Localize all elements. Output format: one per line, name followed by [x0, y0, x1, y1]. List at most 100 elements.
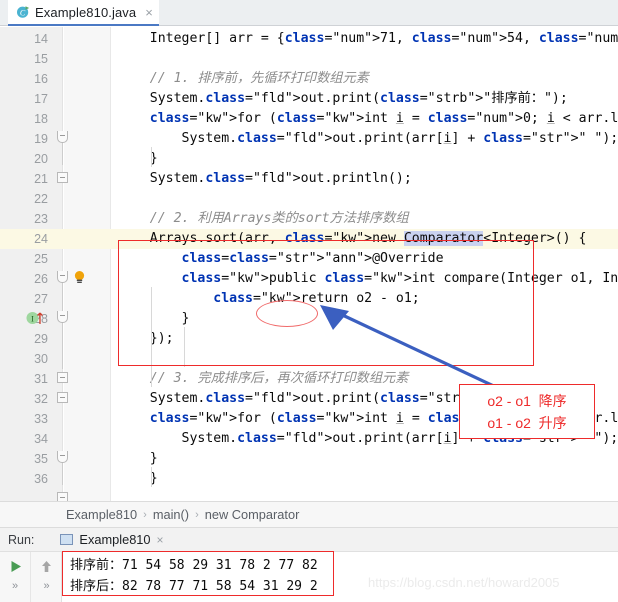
line-number-14: 14	[34, 32, 48, 46]
expand-icon[interactable]: »	[12, 580, 18, 592]
line-number-27: 27	[34, 292, 48, 306]
fold-marker-24[interactable]	[57, 271, 68, 283]
line-number-15: 15	[34, 52, 48, 66]
indent-guide	[151, 287, 152, 387]
code-line-15[interactable]: 15	[0, 49, 618, 69]
breadcrumb-item-0[interactable]: Example810	[66, 507, 137, 522]
code-line-34[interactable]: 34 System.class="fld">out.print(arr[i] +…	[0, 429, 618, 449]
code-text-18: class="kw">for (class="kw">int i = class…	[149, 111, 618, 126]
code-text-23: // 2. 利用Arrays类的sort方法排序数组	[149, 211, 409, 226]
run-tab-example810[interactable]: Example810 ×	[60, 532, 164, 547]
code-text-25: class=class="str">"ann">@Override	[181, 251, 444, 266]
code-text-26: class="kw">public class="kw">int compare…	[181, 271, 618, 286]
breadcrumb: Example810 › main() › new Comparator	[0, 501, 618, 528]
intention-bulb-icon[interactable]	[72, 270, 87, 285]
indent-guide	[184, 327, 185, 367]
annotation-arrow-icon	[320, 305, 533, 406]
code-line-18[interactable]: 18 class="kw">for (class="kw">int i = cl…	[0, 109, 618, 129]
code-text-35: }	[118, 451, 158, 466]
line-number-19: 19	[34, 132, 48, 146]
fold-marker-26[interactable]	[57, 311, 68, 323]
code-line-14[interactable]: 14 Integer[] arr = {class="num">71, clas…	[0, 29, 618, 49]
scroll-up-button[interactable]: »	[31, 552, 62, 602]
breadcrumb-item-1[interactable]: main()	[153, 507, 189, 522]
line-number-25: 25	[34, 252, 48, 266]
code-line-17[interactable]: 17 System.class="fld">out.print(class="s…	[0, 89, 618, 109]
fold-marker-28[interactable]	[57, 372, 68, 383]
line-number-26: 26	[34, 272, 48, 286]
line-number-21: 21	[34, 172, 48, 186]
code-line-23[interactable]: 23 // 2. 利用Arrays类的sort方法排序数组	[0, 209, 618, 229]
editor-tab-bar: C Example810.java ×	[0, 0, 618, 26]
line-number-20: 20	[34, 152, 48, 166]
editor-tab-label: Example810.java	[35, 4, 137, 20]
code-line-36[interactable]: 36 }	[0, 469, 618, 489]
close-icon[interactable]: ×	[145, 6, 153, 19]
line-number-32: 32	[34, 392, 48, 406]
fold-marker-18[interactable]	[57, 131, 68, 143]
fold-line-18	[62, 143, 63, 165]
indent-guide	[151, 147, 152, 167]
line-number-36: 36	[34, 472, 48, 486]
run-toolbar: » »	[0, 552, 62, 602]
code-text-14: Integer[] arr = {class="num">71, class="…	[118, 31, 618, 46]
code-text-29: });	[118, 331, 174, 346]
code-line-33[interactable]: 33 class="kw">for (class="kw">int i = cl…	[0, 409, 618, 429]
indent-guide	[151, 467, 152, 487]
rerun-button[interactable]: »	[0, 552, 31, 602]
svg-text:I: I	[31, 314, 34, 323]
code-line-26[interactable]: 26 class="kw">public class="kw">int comp…	[0, 269, 618, 289]
svg-text:C: C	[20, 8, 26, 17]
line-number-17: 17	[34, 92, 48, 106]
fold-marker-20[interactable]	[57, 172, 68, 183]
arrow-up-icon	[42, 561, 51, 572]
ide-window: C Example810.java × 14 Integer[] arr = {…	[0, 0, 618, 602]
run-tab-label: Example810	[79, 532, 151, 547]
breadcrumb-item-2[interactable]: new Comparator	[205, 507, 300, 522]
fold-marker-29[interactable]	[57, 392, 68, 403]
line-number-16: 16	[34, 72, 48, 86]
code-text-33: class="kw">for (class="kw">int i = class…	[149, 411, 618, 426]
code-text-28: }	[118, 311, 190, 326]
chevron-right-icon: ›	[195, 508, 199, 521]
fold-line-33	[62, 463, 63, 485]
run-label: Run:	[8, 532, 35, 547]
fold-line-24	[62, 283, 63, 369]
code-text-21: System.class="fld">out.println();	[118, 171, 412, 186]
fold-marker-33[interactable]	[57, 451, 68, 463]
code-line-16[interactable]: 16 // 1. 排序前，先循环打印数组元素	[0, 69, 618, 89]
code-line-35[interactable]: 35 }	[0, 449, 618, 469]
console-line-0: 排序前：71 54 58 29 31 78 2 77 82	[70, 558, 318, 573]
code-editor[interactable]: 14 Integer[] arr = {class="num">71, clas…	[0, 27, 618, 501]
code-text-16: // 1. 排序前，先循环打印数组元素	[149, 71, 369, 86]
expand-icon[interactable]: »	[43, 580, 49, 592]
override-method-icon[interactable]: I	[26, 311, 48, 325]
code-text-24: Arrays.sort(arr, class="kw">new Comparat…	[118, 231, 587, 246]
run-tool-window: Run: Example810 × » » 排序前：71 54 58 29 31…	[0, 528, 618, 602]
editor-tab-example810[interactable]: C Example810.java ×	[8, 0, 159, 26]
line-number-23: 23	[34, 212, 48, 226]
line-number-31: 31	[34, 372, 48, 386]
console-icon	[60, 534, 74, 545]
code-line-20[interactable]: 20 }	[0, 149, 618, 169]
code-line-24[interactable]: 24 Arrays.sort(arr, class="kw">new Compa…	[0, 229, 618, 249]
line-number-29: 29	[34, 332, 48, 346]
close-icon[interactable]: ×	[157, 533, 164, 547]
watermark: https://blog.csdn.net/howard2005	[368, 575, 560, 590]
play-icon	[11, 561, 21, 572]
code-line-21[interactable]: 21 System.class="fld">out.println();	[0, 169, 618, 189]
line-number-35: 35	[34, 452, 48, 466]
code-line-22[interactable]: 22	[0, 189, 618, 209]
fold-marker-35[interactable]	[57, 492, 68, 501]
code-text-19: System.class="fld">out.print(arr[i] + cl…	[118, 131, 618, 146]
line-number-18: 18	[34, 112, 48, 126]
java-class-icon: C	[16, 5, 30, 19]
line-number-34: 34	[34, 432, 48, 446]
code-line-25[interactable]: 25 class=class="str">"ann">@Override	[0, 249, 618, 269]
run-tool-header: Run: Example810 ×	[0, 528, 618, 552]
line-number-30: 30	[34, 352, 48, 366]
code-text-17: System.class="fld">out.print(class="strb…	[118, 91, 568, 106]
line-number-24: 24	[0, 229, 48, 249]
line-number-22: 22	[34, 192, 48, 206]
code-line-19[interactable]: 19 System.class="fld">out.print(arr[i] +…	[0, 129, 618, 149]
